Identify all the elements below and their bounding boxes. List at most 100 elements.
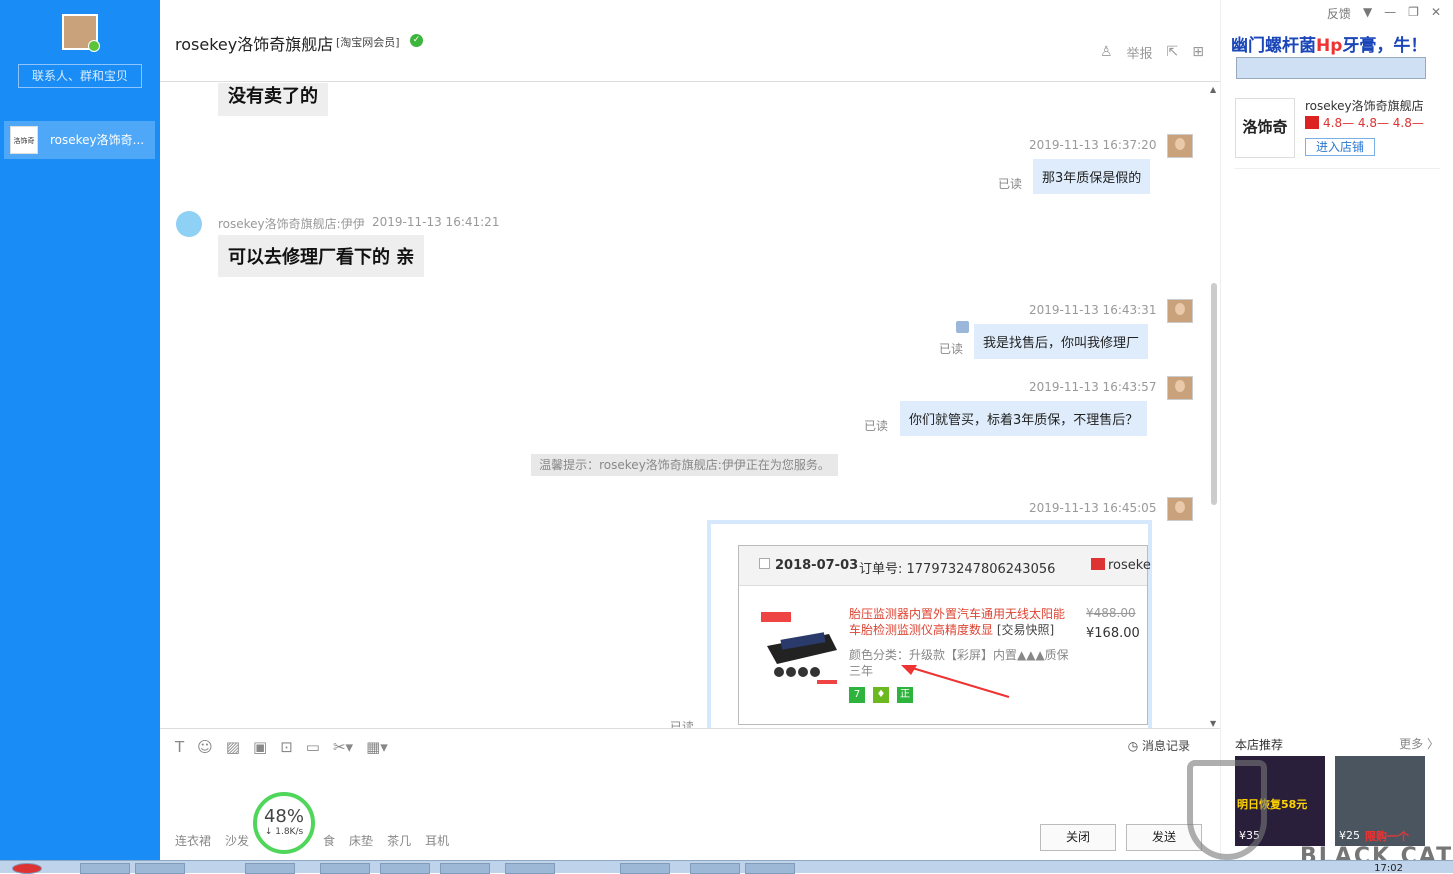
message-bubble: 我是找售后，你叫我修理厂	[974, 324, 1149, 359]
speed-percent: 48%	[263, 806, 304, 827]
enter-shop-button[interactable]: 进入店铺	[1305, 138, 1375, 156]
system-tip: 温馨提示：rosekey洛饰奇旗舰店:伊伊正在为您服务。	[531, 454, 838, 476]
input-toolbar: T ☺ ▨ ▣ ⊡ ▭ ✂▾ ▦▾ ◷ 消息记录	[160, 728, 1220, 762]
order-shop[interactable]: roseke	[1091, 558, 1151, 573]
message-time: 2019-11-13 16:43:31	[1029, 303, 1157, 317]
seller-avatar	[176, 211, 202, 237]
message-input[interactable]: 连衣裙 沙发 食 床垫 茶几 耳机 关闭 发送	[160, 762, 1220, 860]
shop-title[interactable]: rosekey洛饰奇旗舰店	[175, 31, 333, 55]
taskbar-app[interactable]	[380, 863, 430, 874]
tmall-icon	[1305, 116, 1319, 129]
taskbar-app[interactable]	[80, 863, 130, 874]
seven-day-return-icon: 7	[849, 687, 865, 703]
order-card[interactable]: 2018-07-03 订单号: 177973247806243056 rosek…	[707, 520, 1152, 728]
scroll-up-icon[interactable]: ▲	[1210, 85, 1216, 94]
guarantee-icon: ♦	[873, 687, 889, 703]
taskbar-app[interactable]	[505, 863, 555, 874]
verified-icon: ✓	[410, 34, 423, 47]
snapshot-link[interactable]: [交易快照]	[997, 623, 1054, 637]
ad-banner[interactable]: 幽门螺杆菌Hp牙膏，牛！	[1231, 31, 1431, 83]
chat-header: rosekey洛饰奇旗舰店 [淘宝网会员] ✓ ♙ 举报 ⇱ ⊞	[160, 0, 1220, 82]
message-bubble: 那3年质保是假的	[1033, 159, 1151, 194]
user-avatar[interactable]	[62, 14, 100, 52]
read-status: 已读	[939, 342, 964, 356]
keyword-tag[interactable]: 茶几	[387, 832, 411, 849]
taskbar-app[interactable]	[440, 863, 490, 874]
keyword-tag[interactable]: 连衣裙	[175, 832, 211, 849]
close-button[interactable]: 关闭	[1040, 824, 1116, 851]
recommended-product[interactable]: 明日恢复58元 ¥35	[1235, 756, 1325, 846]
my-avatar	[1167, 299, 1193, 323]
order-header: 2018-07-03 订单号: 177973247806243056 rosek…	[739, 546, 1151, 586]
more-link[interactable]: 更多 〉	[1399, 735, 1439, 752]
left-sidebar: 联系人、群和宝贝 洛饰奇 rosekey洛饰奇...	[0, 0, 160, 860]
conversation-item-rosekey[interactable]: 洛饰奇 rosekey洛饰奇...	[4, 121, 155, 159]
read-status: 已读	[864, 419, 889, 433]
scissors-icon[interactable]: ✂▾	[333, 738, 353, 756]
folder-icon[interactable]: ▣	[253, 738, 267, 756]
recommended-product[interactable]: 限购一个 ¥25	[1335, 756, 1425, 846]
scroll-thumb[interactable]	[1211, 283, 1217, 505]
keyword-tag[interactable]: 床垫	[349, 832, 373, 849]
calculator-icon[interactable]: ▦▾	[366, 738, 388, 756]
comment-icon[interactable]: ▭	[306, 738, 320, 756]
keyword-tag[interactable]: 耳机	[425, 832, 449, 849]
shop-logo[interactable]: 洛饰奇	[1235, 98, 1295, 158]
font-icon[interactable]: T	[175, 738, 184, 756]
network-speed-widget[interactable]: 48% ↓ 1.8K/s	[253, 792, 315, 854]
share-icon[interactable]: ⇱	[1167, 44, 1179, 60]
read-status: 已读	[670, 720, 695, 728]
taskbar-app[interactable]	[620, 863, 670, 874]
image-icon[interactable]: ▨	[226, 738, 240, 756]
scroll-down-icon[interactable]: ▼	[1210, 719, 1216, 728]
window-controls: 反馈 ▼ — ❐ ✕	[1327, 5, 1441, 22]
message-time: 2019-11-13 16:41:21	[372, 215, 500, 229]
my-avatar	[1167, 134, 1193, 158]
message-time: 2019-11-13 16:43:57	[1029, 380, 1157, 394]
order-number: 订单号: 177973247806243056	[859, 562, 1056, 577]
message-bubble: 你们就管买，标着3年质保，不理售后？	[900, 401, 1148, 436]
shop-scores: 4.8— 4.8— 4.8—	[1305, 116, 1424, 130]
member-tag: [淘宝网会员]	[336, 36, 400, 49]
message-time: 2019-11-13 16:45:05	[1029, 501, 1157, 515]
divider	[1235, 168, 1440, 169]
my-avatar	[1167, 497, 1193, 521]
sender-name: rosekey洛饰奇旗舰店:伊伊	[218, 217, 365, 231]
emoji-icon[interactable]: ☺	[197, 738, 213, 756]
order-date: 2018-07-03	[775, 558, 859, 573]
message-bubble: 没有卖了的	[218, 83, 328, 116]
product-name[interactable]: 胎压监测器内置外置汽车通用无线太阳能车胎检测监测仪高精度数显 [交易快照]	[849, 606, 1071, 638]
report-button[interactable]: 举报	[1127, 43, 1153, 62]
minimize-icon[interactable]: —	[1384, 5, 1396, 22]
chat-area[interactable]: 没有卖了的 2019-11-13 16:37:20 已读 那3年质保是假的 ro…	[160, 83, 1220, 728]
taskbar-app[interactable]	[745, 863, 795, 874]
add-contact-icon[interactable]: ♙	[1100, 44, 1113, 60]
shop-name[interactable]: rosekey洛饰奇旗舰店	[1305, 97, 1424, 114]
message-time: 2019-11-13 16:37:20	[1029, 138, 1157, 152]
screenshot-icon[interactable]: ⊡	[280, 738, 293, 756]
conversation-label: rosekey洛饰奇...	[50, 133, 145, 147]
keyword-tag[interactable]: 沙发	[225, 832, 249, 849]
product-image[interactable]	[759, 606, 839, 686]
keyword-tag[interactable]: 食	[323, 832, 335, 849]
close-icon[interactable]: ✕	[1431, 5, 1441, 22]
taskbar-app[interactable]	[245, 863, 295, 874]
taskbar-app[interactable]	[690, 863, 740, 874]
original-price: ¥488.00	[1086, 606, 1136, 620]
taskbar-app[interactable]	[320, 863, 370, 874]
feedback-button[interactable]: 反馈	[1327, 5, 1351, 22]
send-button[interactable]: 发送	[1126, 824, 1202, 851]
grid-icon[interactable]: ⊞	[1192, 44, 1204, 60]
start-button[interactable]	[12, 863, 42, 874]
chat-scrollbar[interactable]: ▲ ▼	[1208, 83, 1220, 728]
restore-icon[interactable]: ❐	[1408, 5, 1419, 22]
message-history-button[interactable]: ◷ 消息记录	[1128, 737, 1190, 754]
contacts-button[interactable]: 联系人、群和宝贝	[18, 64, 142, 88]
tmall-icon	[1091, 558, 1105, 570]
taskbar-app[interactable]	[135, 863, 185, 874]
header-actions: ♙ 举报 ⇱ ⊞	[1100, 42, 1204, 62]
menu-icon[interactable]: ▼	[1363, 5, 1372, 22]
order-checkbox[interactable]	[759, 558, 770, 569]
recommend-title: 本店推荐	[1235, 738, 1284, 752]
taskbar-clock[interactable]: 17:02	[1374, 863, 1403, 874]
